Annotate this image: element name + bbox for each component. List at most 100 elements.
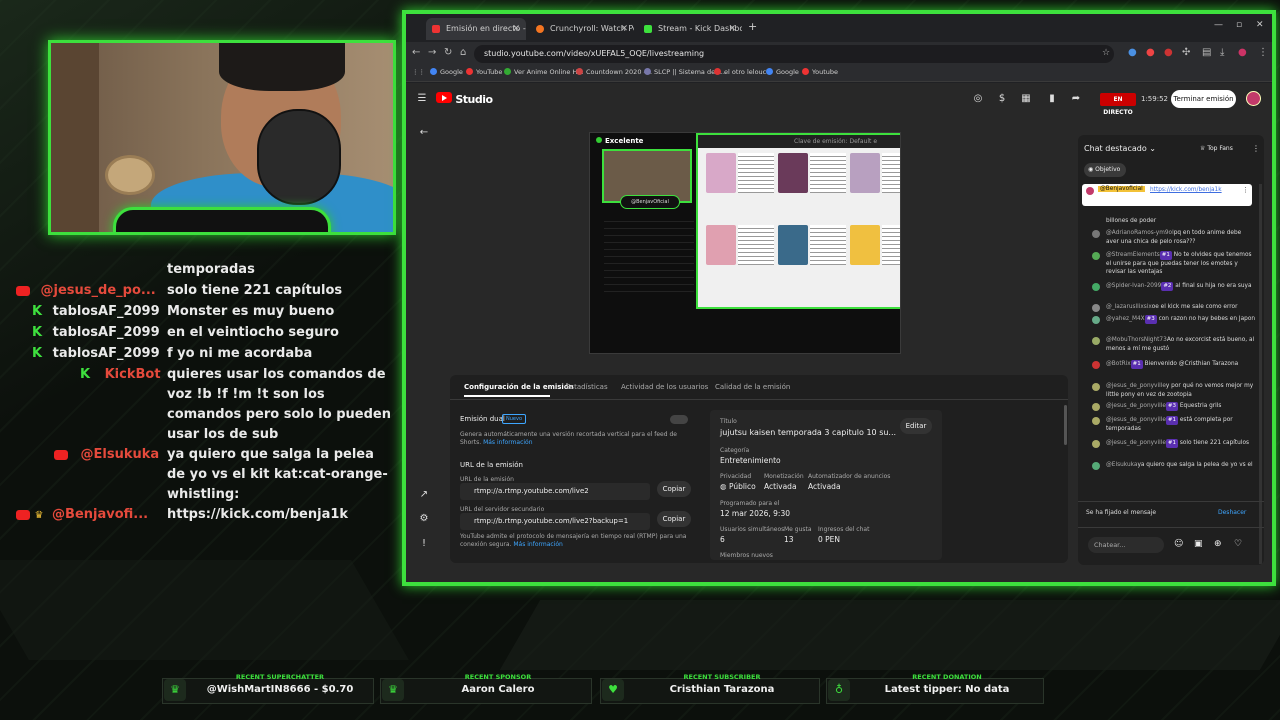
chat-scrollbar[interactable] xyxy=(1259,184,1262,564)
address-bar-row: ← → ↻ ⌂ studio.youtube.com/video/xUEFAL5… xyxy=(406,42,1272,66)
bookmark-item[interactable]: Google xyxy=(766,68,799,76)
hamburger-menu-icon[interactable]: ☰ xyxy=(416,93,428,105)
edit-button[interactable]: Editar xyxy=(900,418,932,434)
microphone xyxy=(257,109,341,205)
youtube-studio: ☰ Studio ◎ $ ▦ ▮ ➦ EN DIRECTO 1:59:52 Te… xyxy=(406,83,1272,582)
bookmark-item[interactable]: Ver Anime Online H... xyxy=(504,68,583,76)
end-stream-button[interactable]: Terminar emisión xyxy=(1171,90,1236,108)
chat-message-body: @MobuThorsNight73Ao no excorcist está bu… xyxy=(1106,336,1256,353)
divider xyxy=(1078,527,1264,528)
back-arrow-icon[interactable]: ← xyxy=(418,127,430,139)
avatar xyxy=(1092,462,1100,470)
tab-stream-settings[interactable]: Configuración de la emisión xyxy=(464,383,574,391)
menu-icon[interactable]: ⋮ xyxy=(1258,47,1268,58)
stream-overlay-canvas: temporadas @jesus_de_po... solo tiene 22… xyxy=(0,0,1280,720)
chat-title[interactable]: Chat destacado ⌄ xyxy=(1084,144,1156,153)
reload-icon[interactable]: ↻ xyxy=(444,47,452,58)
open-external-icon[interactable]: ↗ xyxy=(418,489,430,501)
broadcast-icon[interactable]: ◎ xyxy=(972,93,984,105)
super-chat-icon[interactable]: ⊕ xyxy=(1214,539,1222,549)
more-options-icon[interactable]: ⋮ xyxy=(1242,186,1249,194)
chat-author: @Elsukuka xyxy=(1106,462,1138,468)
share-icon[interactable]: ➦ xyxy=(1070,93,1082,105)
more-options-icon[interactable]: ⋮ xyxy=(1252,144,1260,153)
tab-analytics[interactable]: Estadísticas xyxy=(566,383,608,391)
new-tab-icon[interactable]: + xyxy=(748,20,757,33)
extension-icon[interactable]: ● xyxy=(1146,47,1155,58)
profile-icon[interactable]: ● xyxy=(1238,47,1247,58)
bookmark-item[interactable]: Youtube xyxy=(802,68,838,76)
ad-automator-value: Activada xyxy=(808,482,841,491)
copy-backup-url-button[interactable]: Copiar xyxy=(657,511,691,527)
undo-button[interactable]: Deshacer xyxy=(1218,509,1246,516)
back-icon[interactable]: ← xyxy=(412,47,420,58)
home-icon[interactable]: ⌂ xyxy=(460,47,466,58)
backup-url-field[interactable]: rtmp://b.rtmp.youtube.com/live2?backup=1 xyxy=(460,513,650,530)
studio-brand: Studio xyxy=(455,93,493,106)
tab-stream-health[interactable]: Calidad de la emisión xyxy=(715,383,790,391)
studio-logo[interactable]: Studio xyxy=(436,92,493,106)
extensions-icon[interactable]: ✣ xyxy=(1182,47,1190,58)
overlay-chat-user: KickBot xyxy=(104,367,161,382)
bookmark-icon[interactable]: ▮ xyxy=(1046,93,1058,105)
sticker-icon[interactable]: ▣ xyxy=(1194,539,1203,549)
sidebar-icon[interactable]: ▤ xyxy=(1202,47,1211,58)
event-title: RECENT DONATION xyxy=(912,673,982,681)
avatar xyxy=(1092,304,1100,312)
chat-message-body: @AdrianoRamos-ym9olpq en todo anime debe… xyxy=(1106,229,1256,246)
apps-icon[interactable]: ⋮⋮ xyxy=(412,68,425,76)
download-icon[interactable]: ⤓ xyxy=(1220,47,1224,58)
more-info-link[interactable]: Más información xyxy=(513,541,562,548)
tab-viewer-activity[interactable]: Actividad de los usuarios xyxy=(621,383,708,391)
close-icon[interactable]: ✕ xyxy=(620,18,628,40)
avatar xyxy=(1092,230,1100,238)
overlay-chat-user-row: @jesus_de_po... xyxy=(16,281,156,301)
pinned-message[interactable]: @Benjavoficial https://kick.com/benja1k … xyxy=(1082,184,1252,206)
avatar xyxy=(1092,403,1100,411)
event-title: RECENT SPONSOR xyxy=(464,673,532,681)
tab-youtube-studio[interactable]: Emisión en directo - YouTube S ✕ xyxy=(426,18,526,40)
copy-url-button[interactable]: Copiar xyxy=(657,481,691,497)
avatar[interactable] xyxy=(1246,91,1261,106)
top-fans-button[interactable]: ♕ Top Fans xyxy=(1200,145,1233,152)
dollar-icon[interactable]: $ xyxy=(996,93,1008,105)
chat-input[interactable]: Chatear... xyxy=(1088,537,1164,553)
bookmark-item[interactable]: Google xyxy=(430,68,463,76)
stream-preview[interactable]: Excelente @BenjavOficial Clave de emisió… xyxy=(589,132,901,354)
extension-icon[interactable]: ● xyxy=(1128,47,1137,58)
layout-icon[interactable]: ▦ xyxy=(1020,93,1032,105)
bookmark-item[interactable]: YouTube xyxy=(466,68,502,76)
scrollbar[interactable] xyxy=(1064,405,1067,445)
minimize-icon[interactable]: — xyxy=(1214,20,1223,30)
maximize-icon[interactable]: ▫ xyxy=(1236,20,1242,30)
emoji-icon[interactable]: ☺ xyxy=(1174,539,1183,549)
stream-url-field[interactable]: rtmp://a.rtmp.youtube.com/live2 xyxy=(460,483,650,500)
url-input[interactable]: studio.youtube.com/video/xUEFAL5_OQE/liv… xyxy=(474,45,1114,63)
decor-stripe xyxy=(0,560,409,660)
dual-stream-toggle[interactable] xyxy=(670,415,688,424)
tab-kick-dashboard[interactable]: Stream - Kick Dashboard ✕ xyxy=(638,18,742,40)
settings-icon[interactable]: ⚙ xyxy=(418,513,430,525)
avatar xyxy=(1092,361,1100,369)
close-icon[interactable]: ✕ xyxy=(728,18,736,40)
bookmark-item[interactable]: Countdown 2020 -... xyxy=(576,68,652,76)
close-icon[interactable]: ✕ xyxy=(512,18,520,40)
bookmark-item[interactable]: el otro lelouch xyxy=(714,68,770,76)
goal-chip[interactable]: ◉ Objetivo xyxy=(1084,163,1127,177)
more-info-link[interactable]: Más información xyxy=(483,439,532,446)
tab-crunchyroll[interactable]: Crunchyroll: Watch Popular An ✕ xyxy=(530,18,634,40)
avatar xyxy=(1086,187,1094,195)
overlay-chat-message: @jesus_de_po... solo tiene 221 capítulos xyxy=(0,281,400,301)
youtube-logo-icon xyxy=(436,92,452,103)
feedback-icon[interactable]: ! xyxy=(418,538,430,550)
crown-icon: ♛ xyxy=(34,510,44,521)
rtmp-note: YouTube admite el protocolo de mensajerí… xyxy=(460,533,687,548)
heart-icon[interactable]: ♡ xyxy=(1234,539,1242,549)
overlay-chat-user-row: K tablosAF_2099 xyxy=(32,344,160,364)
pinned-link[interactable]: https://kick.com/benja1k xyxy=(1150,186,1230,194)
forward-icon[interactable]: → xyxy=(428,47,436,58)
overlay-chat-text: temporadas xyxy=(167,262,255,277)
extension-icon[interactable]: ● xyxy=(1164,47,1173,58)
close-window-icon[interactable]: ✕ xyxy=(1256,20,1264,30)
star-icon[interactable]: ☆ xyxy=(1102,48,1110,58)
